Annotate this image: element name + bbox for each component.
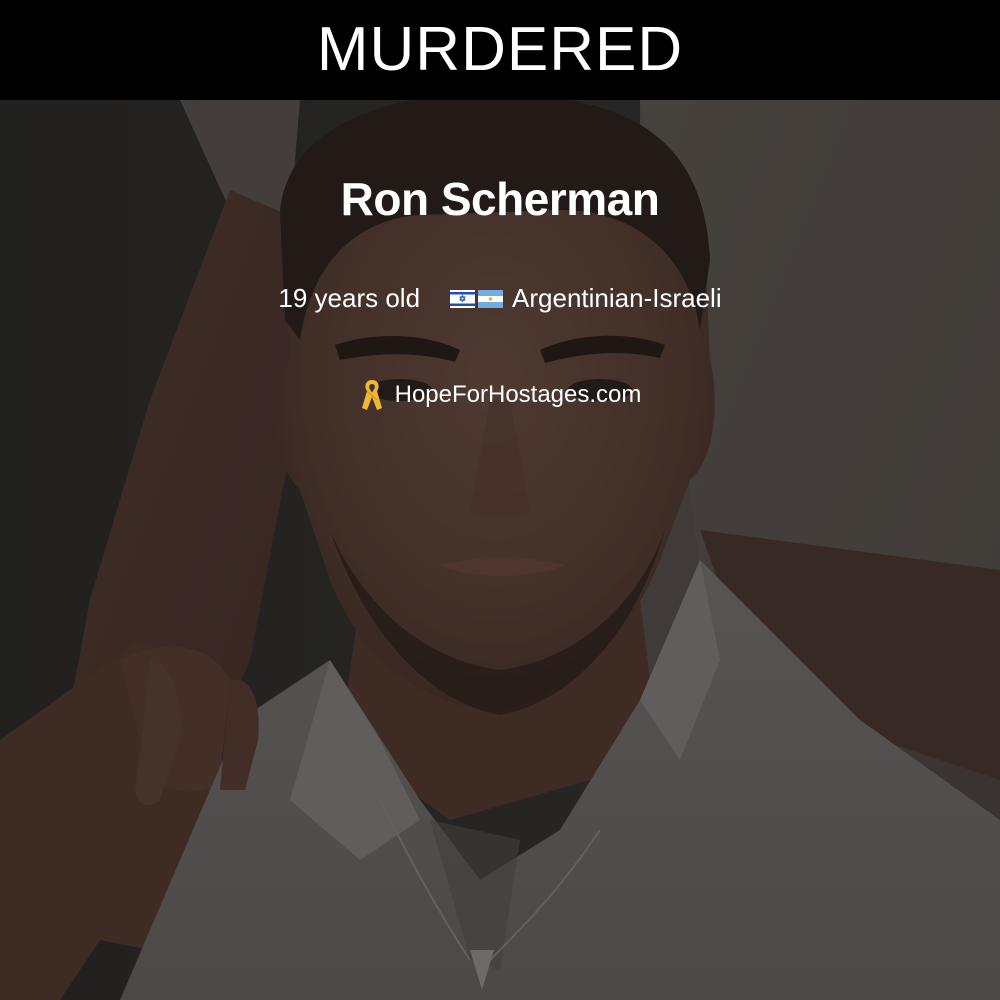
argentina-flag-icon [478,289,504,308]
yellow-ribbon-icon [361,380,382,410]
website-link[interactable]: HopeForHostages.com [395,381,642,409]
memorial-poster: MURDERED Ron Scherman 19 years old Argen… [0,0,1000,1000]
flags-group [450,289,504,308]
status-label: MURDERED [316,15,684,84]
person-details: 19 years old Argentinian-Israeli [0,283,1000,314]
israel-flag-icon [450,289,476,308]
portrait-photo [0,100,1000,1000]
status-banner: MURDERED [0,0,1000,100]
person-age: 19 years old [278,283,421,313]
person-name: Ron Scherman [340,173,660,225]
website-line: HopeForHostages.com [0,378,1000,412]
person-nationality: Argentinian-Israeli [512,283,722,313]
